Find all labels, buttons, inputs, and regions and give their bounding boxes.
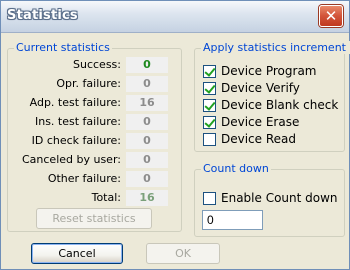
checkbox-icon[interactable] — [203, 133, 216, 146]
window-title: Statistics — [7, 8, 78, 23]
reset-statistics-button[interactable]: Reset statistics — [36, 208, 152, 229]
stat-label: Ins. test failure: — [34, 115, 121, 128]
cancel-button[interactable]: Cancel — [31, 243, 123, 264]
statistics-dialog: Statistics ✕ Current statistics Success:… — [0, 0, 350, 270]
checkbox-label: Device Blank check — [221, 98, 339, 112]
stat-label: Total: — [91, 191, 121, 204]
stat-value: 0 — [126, 76, 168, 92]
checkbox-label: Enable Count down — [221, 191, 338, 205]
stat-row-canceled-by-user: Canceled by user: 0 — [8, 152, 183, 170]
stat-label: Opr. failure: — [56, 77, 121, 90]
checkbox-icon[interactable] — [203, 65, 216, 78]
checkbox-icon[interactable] — [203, 116, 216, 129]
stat-row-ins-test-failure: Ins. test failure: 0 — [8, 114, 183, 132]
apply-increment-legend: Apply statistics increment on — [201, 41, 350, 54]
stat-label: Canceled by user: — [21, 153, 121, 166]
ok-button[interactable]: OK — [146, 243, 220, 264]
count-down-group: Count down Enable Count down — [194, 162, 345, 237]
checkbox-label: Device Verify — [221, 81, 300, 95]
stat-label: ID check failure: — [31, 134, 121, 147]
count-down-legend: Count down — [201, 162, 271, 175]
stat-value: 16 — [126, 190, 168, 206]
checkbox-icon[interactable] — [203, 192, 216, 205]
stat-value: 16 — [126, 95, 168, 111]
current-statistics-legend: Current statistics — [14, 41, 112, 54]
stat-row-id-check-failure: ID check failure: 0 — [8, 133, 183, 151]
stat-row-success: Success: 0 — [8, 57, 183, 75]
stat-label: Success: — [73, 58, 121, 71]
apply-increment-group: Apply statistics increment on Device Pro… — [194, 41, 350, 152]
checkbox-label: Device Program — [221, 64, 317, 78]
close-button[interactable]: ✕ — [319, 5, 343, 27]
title-bar: Statistics ✕ — [1, 1, 349, 33]
stat-row-adp-test-failure: Adp. test failure: 16 — [8, 95, 183, 113]
checkbox-icon[interactable] — [203, 82, 216, 95]
checkbox-label: Device Read — [221, 132, 297, 146]
stat-label: Other failure: — [47, 172, 121, 185]
stat-row-other-failure: Other failure: 0 — [8, 171, 183, 189]
stat-value: 0 — [126, 133, 168, 149]
stat-row-total: Total: 16 — [8, 190, 183, 208]
stat-label: Adp. test failure: — [29, 96, 121, 109]
current-statistics-group: Current statistics Success: 0 Opr. failu… — [7, 41, 183, 232]
close-icon: ✕ — [324, 6, 338, 25]
count-down-input[interactable] — [202, 210, 263, 230]
checkbox-icon[interactable] — [203, 99, 216, 112]
stat-value: 0 — [126, 171, 168, 187]
checkbox-label: Device Erase — [221, 115, 300, 129]
stat-value: 0 — [126, 152, 168, 168]
stat-value: 0 — [126, 57, 168, 73]
stat-row-opr-failure: Opr. failure: 0 — [8, 76, 183, 94]
stat-value: 0 — [126, 114, 168, 130]
